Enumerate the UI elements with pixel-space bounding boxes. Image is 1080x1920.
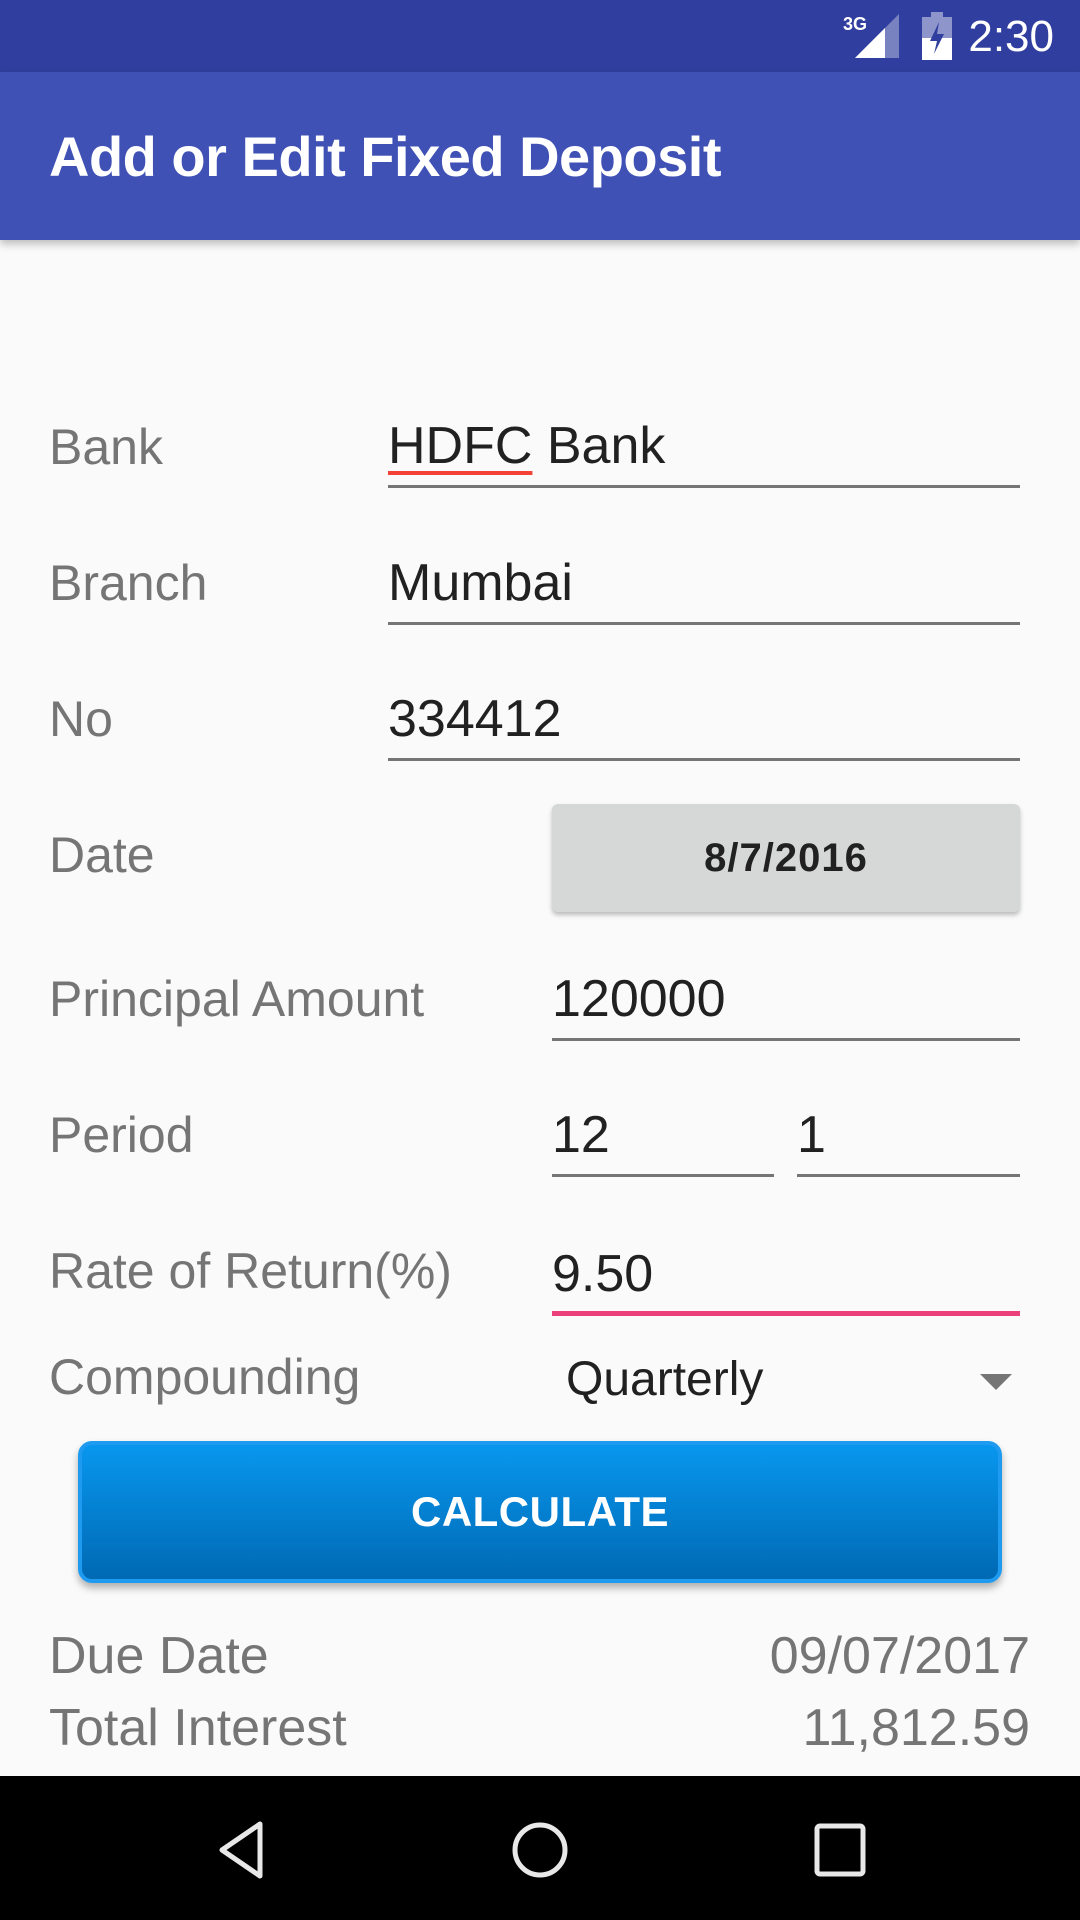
clock: 2:30 xyxy=(968,12,1054,61)
date-picker-button[interactable]: 8/7/2016 xyxy=(552,804,1020,912)
due-date-value: 09/07/2017 xyxy=(769,1627,1030,1685)
bank-value: HDFC Bank xyxy=(388,416,665,476)
compounding-label: Compounding xyxy=(49,1349,361,1405)
number-input[interactable]: 334412 xyxy=(388,681,1020,761)
back-icon[interactable] xyxy=(214,1820,268,1880)
number-underline xyxy=(388,758,1020,761)
principal-label: Principal Amount xyxy=(49,971,425,1027)
branch-underline xyxy=(388,622,1020,625)
principal-input[interactable]: 120000 xyxy=(552,961,1020,1041)
branch-value: Mumbai xyxy=(388,554,573,612)
compounding-dropdown[interactable]: Quarterly xyxy=(552,1340,1020,1420)
period-months-underline xyxy=(552,1174,774,1177)
total-interest-label: Total Interest xyxy=(49,1699,347,1757)
number-label: No xyxy=(49,691,113,747)
page-title: Add or Edit Fixed Deposit xyxy=(49,125,721,188)
principal-value: 120000 xyxy=(552,970,726,1028)
rate-input[interactable]: 9.50 xyxy=(552,1236,1020,1316)
bank-input[interactable]: HDFC Bank xyxy=(388,408,1020,488)
bank-value-rest: Bank xyxy=(532,417,666,475)
total-interest-value: 11,812.59 xyxy=(802,1699,1030,1757)
period-months-value: 12 xyxy=(552,1106,610,1164)
principal-underline xyxy=(552,1038,1020,1041)
period-days-underline xyxy=(797,1174,1020,1177)
compounding-selected: Quarterly xyxy=(566,1353,764,1406)
navigation-bar xyxy=(0,1776,1080,1920)
recents-icon[interactable] xyxy=(813,1822,867,1878)
rate-label: Rate of Return(%) xyxy=(49,1243,452,1299)
period-days-value: 1 xyxy=(797,1106,826,1164)
period-months-input[interactable]: 12 xyxy=(552,1097,774,1177)
rate-underline-focused xyxy=(552,1311,1020,1316)
battery-charging-icon xyxy=(922,12,952,60)
period-label: Period xyxy=(49,1107,194,1163)
home-icon[interactable] xyxy=(510,1820,570,1880)
rate-value: 9.50 xyxy=(552,1245,654,1303)
bank-underline xyxy=(388,485,1020,488)
branch-input[interactable]: Mumbai xyxy=(388,545,1020,625)
date-label: Date xyxy=(49,827,155,883)
calculate-button[interactable]: CALCULATE xyxy=(78,1441,1002,1583)
signal-icon xyxy=(855,14,899,58)
dropdown-arrow-icon xyxy=(980,1374,1012,1390)
number-value: 334412 xyxy=(388,690,562,748)
branch-label: Branch xyxy=(49,555,208,611)
due-date-label: Due Date xyxy=(49,1627,269,1685)
status-bar: 3G 2:30 xyxy=(0,0,1080,72)
bank-value-misspelled: HDFC xyxy=(388,417,533,475)
period-days-input[interactable]: 1 xyxy=(797,1097,1020,1177)
bank-label: Bank xyxy=(49,419,163,475)
app-bar: Add or Edit Fixed Deposit xyxy=(0,72,1080,240)
